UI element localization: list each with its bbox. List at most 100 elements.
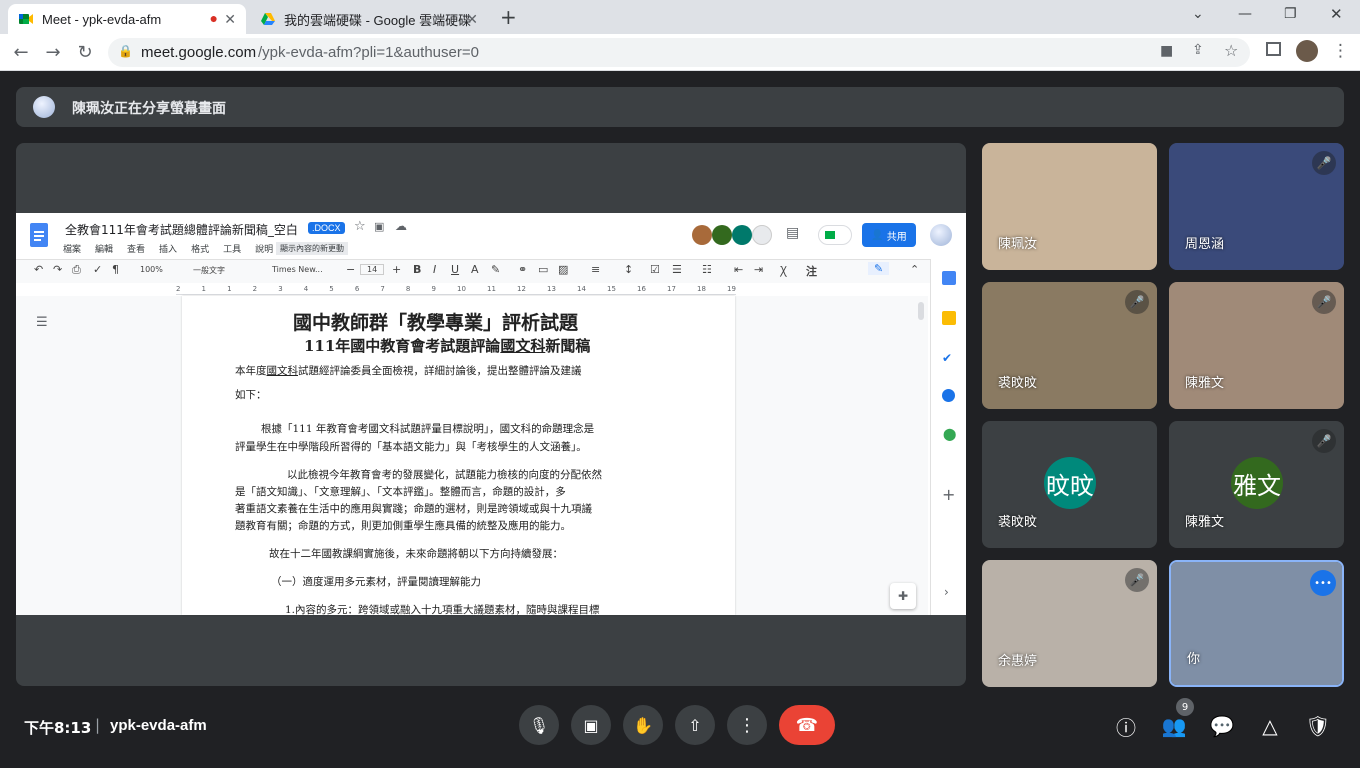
menu-insert[interactable]: 插入 bbox=[159, 242, 177, 255]
tab-drive[interactable]: 我的雲端硬碟 - Google 雲端硬碟 ✕ bbox=[250, 4, 488, 34]
menu-format[interactable]: 格式 bbox=[191, 242, 209, 255]
people-icon[interactable]: 👥 bbox=[1161, 713, 1187, 739]
add-comment-icon[interactable]: ✚ bbox=[890, 583, 916, 609]
minimize-button[interactable]: — bbox=[1238, 6, 1252, 22]
menu-edit[interactable]: 編輯 bbox=[95, 242, 113, 255]
menu-view[interactable]: 查看 bbox=[127, 242, 145, 255]
participant-tile[interactable]: 🎤 雅文 陳雅文 bbox=[1169, 421, 1344, 548]
participant-tile[interactable]: 🎤 陳雅文 bbox=[1169, 282, 1344, 409]
tab-search-icon[interactable]: ⌄ bbox=[1192, 6, 1204, 22]
zoom-select[interactable]: 100% bbox=[140, 265, 163, 274]
doc-page[interactable]: 國中教師群「教學專業」評析試題 111年國中教育會考試題評論國文科新聞稿 本年度… bbox=[182, 296, 735, 616]
menu-file[interactable]: 檔案 bbox=[63, 242, 81, 255]
share-page-icon[interactable]: ⇪ bbox=[1192, 42, 1204, 58]
increase-font-icon[interactable]: + bbox=[392, 263, 401, 276]
tab-close-icon[interactable]: ✕ bbox=[224, 11, 236, 28]
back-icon[interactable]: ← bbox=[10, 42, 32, 63]
maximize-button[interactable]: ❐ bbox=[1284, 6, 1297, 22]
more-options-button[interactable]: ⋮ bbox=[727, 705, 767, 745]
meeting-info-icon[interactable]: ⓘ bbox=[1113, 713, 1139, 740]
collaborator-avatar[interactable] bbox=[732, 225, 752, 245]
maps-icon[interactable]: ⬤ bbox=[943, 427, 956, 441]
profile-avatar[interactable] bbox=[1296, 40, 1318, 62]
camera-button[interactable]: ▣ bbox=[571, 705, 611, 745]
side-panel-icon[interactable] bbox=[1266, 42, 1281, 56]
doc-title[interactable]: 全教會111年會考試題總體評論新聞稿_空白 bbox=[65, 221, 298, 238]
star-icon[interactable]: ☆ bbox=[354, 219, 366, 234]
bookmark-star-icon[interactable]: ☆ bbox=[1224, 41, 1238, 60]
undo-icon[interactable]: ↶ bbox=[34, 263, 43, 276]
participant-tile-self[interactable]: ••• 你 bbox=[1169, 560, 1344, 687]
font-size-field[interactable]: 14 bbox=[360, 264, 385, 275]
tab-close-icon[interactable]: ✕ bbox=[466, 11, 478, 28]
participant-tile[interactable]: 陳珮汝 bbox=[982, 143, 1157, 270]
more-collaborators-icon[interactable] bbox=[752, 225, 772, 245]
close-window-button[interactable]: ✕ bbox=[1330, 5, 1343, 23]
keep-icon[interactable] bbox=[942, 311, 956, 325]
spellcheck-icon[interactable]: ✓ bbox=[93, 263, 102, 276]
decrease-indent-icon[interactable]: ⇤ bbox=[734, 263, 743, 276]
comments-icon[interactable]: ▤ bbox=[786, 225, 799, 241]
highlight-icon[interactable]: ✎ bbox=[491, 263, 500, 276]
reload-icon[interactable]: ↻ bbox=[74, 42, 96, 63]
align-icon[interactable]: ≡ bbox=[591, 263, 600, 276]
redo-icon[interactable]: ↷ bbox=[53, 263, 62, 276]
collapse-toolbar-icon[interactable]: ⌃ bbox=[910, 263, 919, 276]
collaborator-avatar[interactable] bbox=[692, 225, 712, 245]
clear-format-icon[interactable]: Ꭓ bbox=[780, 263, 787, 278]
activities-icon[interactable]: △ bbox=[1257, 713, 1283, 739]
outline-icon[interactable]: ☰ bbox=[36, 315, 48, 330]
raise-hand-button[interactable]: ✋ bbox=[623, 705, 663, 745]
zhuyin-icon[interactable]: 注 bbox=[806, 263, 817, 279]
chat-icon[interactable]: 💬 bbox=[1209, 713, 1235, 739]
participant-tile[interactable]: 旼旼 裘旼旼 bbox=[982, 421, 1157, 548]
mic-button[interactable]: 🎙 bbox=[519, 705, 559, 745]
editing-mode-icon[interactable]: ✎ bbox=[868, 262, 890, 275]
numbered-list-icon[interactable]: ☷ bbox=[702, 263, 712, 276]
menu-help[interactable]: 說明 bbox=[255, 242, 273, 255]
camera-in-use-icon[interactable]: ■ bbox=[1160, 43, 1173, 59]
collaborator-avatar[interactable] bbox=[712, 225, 732, 245]
move-folder-icon[interactable]: ▣ bbox=[374, 220, 384, 233]
leave-call-button[interactable]: ☎ bbox=[779, 705, 835, 745]
scrollbar-thumb[interactable] bbox=[918, 302, 924, 320]
doc-account-avatar[interactable] bbox=[930, 224, 952, 246]
contacts-icon[interactable] bbox=[942, 389, 955, 402]
tab-meet[interactable]: Meet - ypk-evda-afm ● ✕ bbox=[8, 4, 246, 34]
style-select[interactable]: 一般文字 bbox=[193, 265, 225, 276]
increase-indent-icon[interactable]: ⇥ bbox=[754, 263, 763, 276]
participant-tile[interactable]: 🎤 裘旼旼 bbox=[982, 282, 1157, 409]
underline-icon[interactable]: U bbox=[451, 263, 459, 276]
print-icon[interactable]: ⎙ bbox=[72, 263, 81, 277]
expand-panel-icon[interactable]: › bbox=[944, 585, 949, 599]
bold-icon[interactable]: B bbox=[413, 263, 421, 276]
text-color-icon[interactable]: A bbox=[471, 263, 479, 276]
bullet-list-icon[interactable]: ☰ bbox=[672, 263, 682, 276]
add-addon-icon[interactable]: + bbox=[942, 485, 955, 504]
share-button[interactable]: 👤 共用 bbox=[862, 223, 916, 247]
insert-image-icon[interactable]: ▨ bbox=[558, 263, 568, 276]
tasks-icon[interactable]: ✔ bbox=[942, 351, 952, 365]
insert-comment-icon[interactable]: ▭ bbox=[538, 263, 548, 276]
participant-tile[interactable]: 🎤 周恩涵 bbox=[1169, 143, 1344, 270]
new-tab-button[interactable]: + bbox=[500, 5, 517, 29]
insert-link-icon[interactable]: ⚭ bbox=[518, 263, 527, 276]
line-spacing-icon[interactable]: ↕ bbox=[624, 263, 633, 276]
present-button[interactable]: ⇧ bbox=[675, 705, 715, 745]
browser-menu-icon[interactable]: ⋮ bbox=[1332, 41, 1349, 61]
more-options-icon[interactable]: ••• bbox=[1310, 570, 1336, 596]
url-field[interactable]: 🔒 meet.google.com /ypk-evda-afm?pli=1&au… bbox=[108, 38, 1250, 67]
forward-icon[interactable]: → bbox=[42, 42, 64, 63]
recent-changes-link[interactable]: 顯示內容的新更動 bbox=[276, 242, 348, 255]
checklist-icon[interactable]: ☑ bbox=[650, 263, 660, 276]
decrease-font-icon[interactable]: − bbox=[346, 263, 355, 276]
font-select[interactable]: Times New... bbox=[272, 265, 323, 274]
menu-tools[interactable]: 工具 bbox=[223, 242, 241, 255]
italic-icon[interactable]: I bbox=[433, 263, 436, 276]
host-controls-icon[interactable]: 🛡 bbox=[1305, 713, 1331, 739]
paint-format-icon[interactable]: ¶ bbox=[112, 263, 119, 276]
meet-in-doc-button[interactable] bbox=[818, 225, 852, 245]
calendar-icon[interactable] bbox=[942, 271, 956, 285]
docs-logo-icon[interactable] bbox=[30, 223, 48, 247]
participant-tile[interactable]: 🎤 余惠婷 bbox=[982, 560, 1157, 687]
